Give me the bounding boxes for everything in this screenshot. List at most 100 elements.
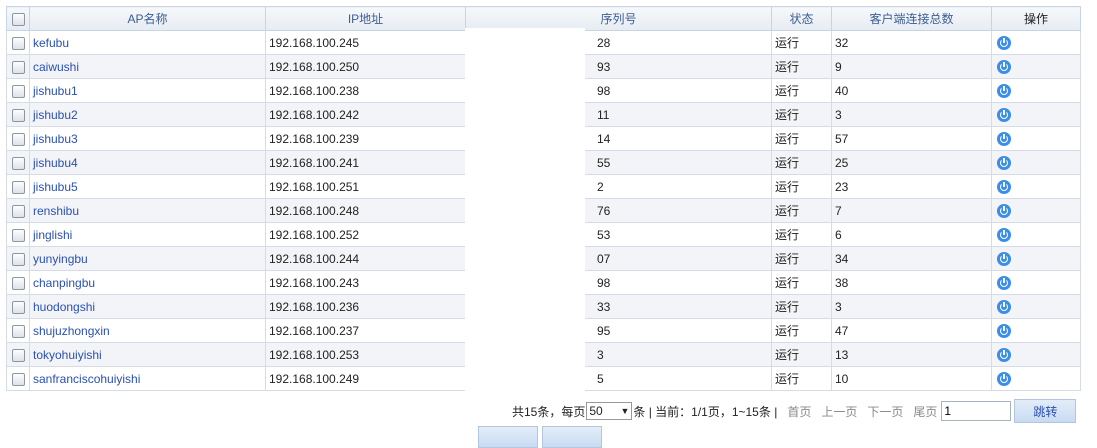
- power-icon[interactable]: [997, 323, 1011, 338]
- row-checkbox[interactable]: [11, 372, 25, 386]
- ip-cell: 192.168.100.244: [265, 246, 466, 271]
- row-checkbox[interactable]: [11, 108, 25, 122]
- row-checkbox[interactable]: [11, 300, 25, 314]
- row-checkbox[interactable]: [11, 132, 25, 146]
- next-page-link[interactable]: 下一页: [867, 403, 903, 420]
- action-cell: [991, 102, 1081, 127]
- row-checkbox-cell: [6, 270, 30, 295]
- bottom-button-2[interactable]: [542, 426, 602, 448]
- ap-name-link[interactable]: jishubu5: [33, 180, 78, 194]
- action-cell: [991, 294, 1081, 319]
- ap-name-link[interactable]: jishubu4: [33, 156, 78, 170]
- row-checkbox[interactable]: [11, 324, 25, 338]
- pager-total-text: 共15条，每页: [512, 404, 586, 419]
- ap-name-cell: jishubu2: [29, 102, 266, 127]
- ap-name-link[interactable]: jishubu3: [33, 132, 78, 146]
- action-cell: [991, 366, 1081, 391]
- power-icon[interactable]: [997, 131, 1011, 146]
- power-icon[interactable]: [997, 203, 1011, 218]
- jump-button[interactable]: 跳转: [1014, 399, 1077, 423]
- row-checkbox[interactable]: [11, 252, 25, 266]
- ap-name-link[interactable]: tokyohuiyishi: [33, 348, 102, 362]
- row-checkbox[interactable]: [11, 228, 25, 242]
- ap-name-link[interactable]: huodongshi: [33, 300, 95, 314]
- row-checkbox-cell: [6, 342, 30, 367]
- row-checkbox[interactable]: [11, 180, 25, 194]
- select-all-checkbox[interactable]: [11, 12, 25, 26]
- ap-name-cell: sanfranciscohuiyishi: [29, 366, 266, 391]
- row-checkbox-cell: [6, 318, 30, 343]
- prev-page-link[interactable]: 上一页: [821, 403, 857, 420]
- jump-page-input[interactable]: [941, 401, 1012, 421]
- ip-cell: 192.168.100.236: [265, 294, 466, 319]
- row-checkbox-cell: [6, 30, 30, 55]
- status-cell: 运行: [771, 174, 832, 199]
- ap-name-link[interactable]: renshibu: [33, 204, 79, 218]
- header-action: 操作: [991, 6, 1081, 31]
- row-checkbox[interactable]: [11, 348, 25, 362]
- row-checkbox[interactable]: [11, 204, 25, 218]
- clients-cell: 57: [831, 126, 992, 151]
- header-clients[interactable]: 客户端连接总数: [831, 6, 992, 31]
- ap-name-link[interactable]: jishubu2: [33, 108, 78, 122]
- header-ip[interactable]: IP地址: [265, 6, 466, 31]
- action-cell: [991, 246, 1081, 271]
- power-icon[interactable]: [997, 59, 1011, 74]
- power-icon[interactable]: [997, 371, 1011, 386]
- power-icon[interactable]: [997, 35, 1011, 50]
- ap-name-link[interactable]: sanfranciscohuiyishi: [33, 372, 140, 386]
- power-icon[interactable]: [997, 107, 1011, 122]
- pagination-bar: 共15条，每页 50 ▼ 条 | 当前：1/1页，1~15条 | 首页 上一页 …: [512, 399, 1077, 423]
- power-icon[interactable]: [997, 347, 1011, 362]
- row-checkbox[interactable]: [11, 36, 25, 50]
- power-icon[interactable]: [997, 275, 1011, 290]
- ip-cell: 192.168.100.238: [265, 78, 466, 103]
- row-checkbox[interactable]: [11, 156, 25, 170]
- ap-name-link[interactable]: caiwushi: [33, 60, 79, 74]
- last-page-link[interactable]: 尾页: [913, 403, 937, 420]
- row-checkbox[interactable]: [11, 60, 25, 74]
- power-icon[interactable]: [997, 179, 1011, 194]
- row-checkbox-cell: [6, 78, 30, 103]
- header-status[interactable]: 状态: [771, 6, 832, 31]
- row-checkbox[interactable]: [11, 84, 25, 98]
- ap-name-link[interactable]: shujuzhongxin: [33, 324, 110, 338]
- status-cell: 运行: [771, 270, 832, 295]
- ap-name-cell: caiwushi: [29, 54, 266, 79]
- ip-cell: 192.168.100.242: [265, 102, 466, 127]
- ap-name-link[interactable]: kefubu: [33, 36, 69, 50]
- row-checkbox-cell: [6, 150, 30, 175]
- action-cell: [991, 150, 1081, 175]
- action-cell: [991, 54, 1081, 79]
- clients-cell: 40: [831, 78, 992, 103]
- first-page-link[interactable]: 首页: [787, 403, 811, 420]
- action-cell: [991, 78, 1081, 103]
- ap-name-link[interactable]: jinglishi: [33, 228, 72, 242]
- bottom-button-1[interactable]: [478, 426, 538, 448]
- ap-name-link[interactable]: chanpingbu: [33, 276, 95, 290]
- power-icon[interactable]: [997, 227, 1011, 242]
- ip-cell: 192.168.100.252: [265, 222, 466, 247]
- status-cell: 运行: [771, 150, 832, 175]
- power-icon[interactable]: [997, 251, 1011, 266]
- row-checkbox-cell: [6, 126, 30, 151]
- status-cell: 运行: [771, 30, 832, 55]
- header-ap-name[interactable]: AP名称: [29, 6, 266, 31]
- row-checkbox[interactable]: [11, 276, 25, 290]
- power-icon[interactable]: [997, 299, 1011, 314]
- ip-cell: 192.168.100.248: [265, 198, 466, 223]
- ap-name-cell: kefubu: [29, 30, 266, 55]
- power-icon[interactable]: [997, 155, 1011, 170]
- ip-cell: 192.168.100.245: [265, 30, 466, 55]
- row-checkbox-cell: [6, 198, 30, 223]
- ap-name-link[interactable]: yunyingbu: [33, 252, 88, 266]
- ap-name-link[interactable]: jishubu1: [33, 84, 78, 98]
- header-serial[interactable]: 序列号: [465, 6, 772, 31]
- power-icon[interactable]: [997, 83, 1011, 98]
- ip-cell: 192.168.100.251: [265, 174, 466, 199]
- status-cell: 运行: [771, 222, 832, 247]
- chevron-down-icon: ▼: [620, 406, 630, 416]
- ap-name-cell: shujuzhongxin: [29, 318, 266, 343]
- page-size-select[interactable]: 50 ▼: [586, 402, 633, 420]
- clients-cell: 38: [831, 270, 992, 295]
